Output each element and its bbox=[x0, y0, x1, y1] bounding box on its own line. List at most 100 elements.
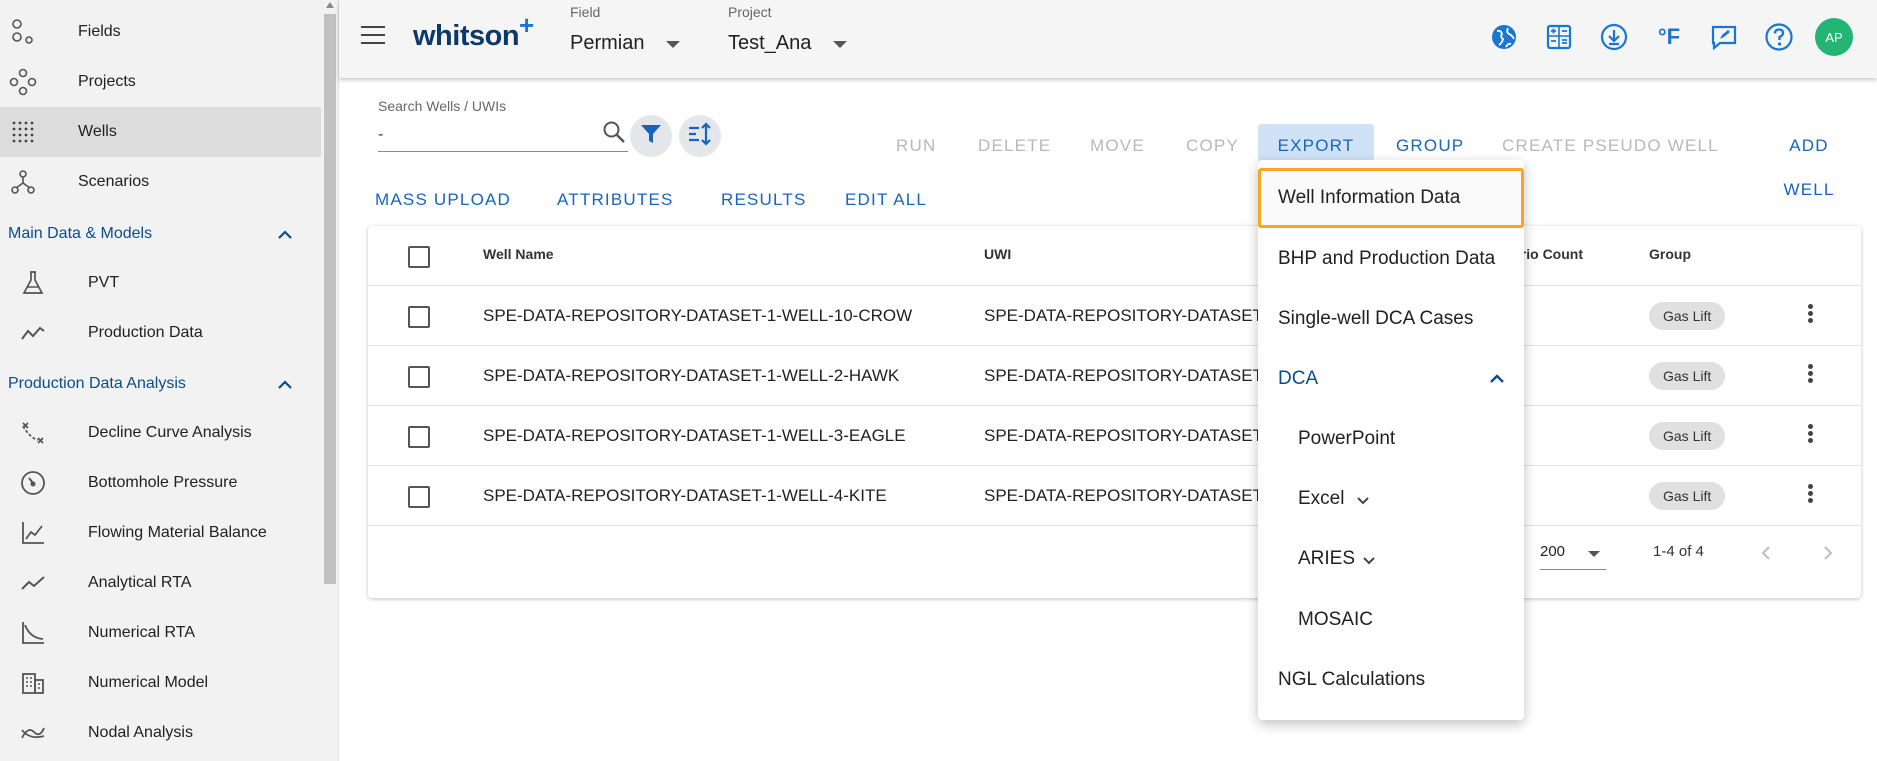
sidebar-item-label: Wells bbox=[78, 123, 117, 140]
sidebar-item-flowing-material-balance[interactable]: Flowing Material Balance bbox=[0, 508, 321, 558]
menu-item-excel[interactable]: Excel bbox=[1258, 469, 1524, 529]
menu-item-ngl-calculations[interactable]: NGL Calculations bbox=[1258, 650, 1524, 710]
sidebar-item-fields[interactable]: Fields bbox=[0, 7, 321, 57]
run-button[interactable]: RUN bbox=[876, 124, 956, 168]
col-uwi[interactable]: UWI bbox=[984, 246, 1011, 262]
filter-button[interactable] bbox=[630, 115, 672, 157]
search-wells: Search Wells / UWIs bbox=[378, 98, 628, 154]
sidebar-item-scenarios[interactable]: Scenarios bbox=[0, 157, 321, 207]
col-group[interactable]: Group bbox=[1649, 246, 1691, 262]
header-actions: °F AP bbox=[1466, 18, 1853, 56]
group-chip: Gas Lift bbox=[1649, 362, 1726, 390]
sidebar-item-label: Flowing Material Balance bbox=[88, 524, 267, 541]
row-checkbox[interactable] bbox=[408, 366, 430, 388]
table-row[interactable]: SPE-DATA-REPOSITORY-DATASET-1-WELL-2-HAW… bbox=[368, 346, 1861, 406]
table-row[interactable]: SPE-DATA-REPOSITORY-DATASET-1-WELL-3-EAG… bbox=[368, 406, 1861, 466]
menu-item-dca[interactable]: DCA bbox=[1258, 349, 1524, 409]
sidebar-item-decline-curve-analysis[interactable]: Decline Curve Analysis bbox=[0, 408, 321, 458]
menu-item-powerpoint[interactable]: PowerPoint bbox=[1258, 409, 1524, 469]
menu-item-mosaic[interactable]: MOSAIC bbox=[1258, 590, 1524, 650]
sidebar-item-production-data[interactable]: Production Data bbox=[0, 308, 321, 358]
sort-icon bbox=[687, 121, 713, 151]
sort-button[interactable] bbox=[679, 115, 721, 157]
menu-item-bhp-production-data[interactable]: BHP and Production Data bbox=[1258, 229, 1524, 289]
menu-item-label: ARIES bbox=[1298, 548, 1356, 569]
sidebar-item-pvt[interactable]: PVT bbox=[0, 258, 321, 308]
sidebar-item-bottomhole-pressure[interactable]: Bottomhole Pressure bbox=[0, 458, 321, 508]
sidebar-item-projects[interactable]: Projects bbox=[0, 57, 321, 107]
more-vert-icon[interactable] bbox=[1798, 362, 1822, 390]
sidebar-item-label: Numerical RTA bbox=[88, 624, 195, 641]
table-pagination: 200 1-4 of 4 bbox=[368, 526, 1861, 586]
sidebar-item-nodal-analysis[interactable]: Nodal Analysis bbox=[0, 708, 321, 758]
app-root: Fields Projects Wells Scenarios Main Dat… bbox=[0, 0, 1877, 761]
brand-logo[interactable]: whitson + bbox=[413, 10, 534, 53]
user-avatar[interactable]: AP bbox=[1815, 18, 1853, 56]
scroll-up-arrow-icon[interactable] bbox=[326, 2, 334, 8]
row-checkbox[interactable] bbox=[408, 486, 430, 508]
feedback-icon[interactable] bbox=[1707, 20, 1741, 54]
sidebar-item-label: Decline Curve Analysis bbox=[88, 424, 252, 441]
curve-chart-icon bbox=[18, 618, 48, 648]
area-chart-icon bbox=[18, 518, 48, 548]
top-header: whitson + Field Permian Project Test_Ana … bbox=[339, 0, 1877, 78]
section-production-data-analysis[interactable]: Production Data Analysis bbox=[0, 364, 321, 404]
edit-all-button[interactable]: EDIT ALL bbox=[845, 190, 927, 210]
row-checkbox[interactable] bbox=[408, 426, 430, 448]
section-label: Main Data & Models bbox=[8, 225, 153, 242]
attributes-button[interactable]: ATTRIBUTES bbox=[557, 190, 674, 210]
menu-icon[interactable] bbox=[361, 26, 385, 46]
next-page-icon[interactable] bbox=[1813, 538, 1843, 568]
rows-per-page-value: 200 bbox=[1540, 543, 1566, 560]
copy-button[interactable]: COPY bbox=[1166, 124, 1259, 168]
more-vert-icon[interactable] bbox=[1798, 482, 1822, 510]
scenarios-icon bbox=[8, 167, 38, 197]
sidebar-item-wells[interactable]: Wells bbox=[0, 107, 321, 157]
logo-text: whitson bbox=[413, 20, 520, 52]
caret-down-icon bbox=[1588, 551, 1600, 557]
search-caption: Search Wells / UWIs bbox=[378, 98, 507, 114]
more-vert-icon[interactable] bbox=[1798, 422, 1822, 450]
search-input[interactable] bbox=[378, 118, 628, 152]
table-header: Well Name UWI ario Count Group bbox=[368, 226, 1861, 286]
flask-icon bbox=[18, 268, 48, 298]
rows-per-page-select[interactable]: 200 bbox=[1540, 540, 1606, 570]
mass-upload-button[interactable]: MASS UPLOAD bbox=[375, 190, 511, 210]
well-name-cell: SPE-DATA-REPOSITORY-DATASET-1-WELL-2-HAW… bbox=[483, 366, 900, 385]
more-vert-icon[interactable] bbox=[1798, 302, 1822, 330]
sidebar-item-analytical-rta[interactable]: Analytical RTA bbox=[0, 558, 321, 608]
globe-icon[interactable] bbox=[1487, 20, 1521, 54]
menu-item-aries[interactable]: ARIES bbox=[1258, 529, 1524, 589]
chevron-up-icon[interactable] bbox=[274, 224, 296, 246]
help-icon[interactable] bbox=[1762, 20, 1796, 54]
section-main-data-models[interactable]: Main Data & Models bbox=[0, 214, 321, 254]
chevron-up-icon[interactable] bbox=[274, 374, 296, 396]
sidebar-item-numerical-rta[interactable]: Numerical RTA bbox=[0, 608, 321, 658]
sidebar-item-label: Scenarios bbox=[78, 173, 150, 190]
add-well-button[interactable]: ADD WELL bbox=[1741, 124, 1877, 199]
menu-item-label: Single-well DCA Cases bbox=[1278, 308, 1474, 329]
menu-item-label: MOSAIC bbox=[1298, 609, 1373, 630]
menu-item-single-well-dca-cases[interactable]: Single-well DCA Cases bbox=[1258, 289, 1524, 349]
scrollbar-thumb[interactable] bbox=[324, 14, 336, 584]
calculator-icon[interactable] bbox=[1542, 20, 1576, 54]
delete-button[interactable]: DELETE bbox=[958, 124, 1071, 168]
previous-page-icon[interactable] bbox=[1751, 538, 1781, 568]
well-name-cell: SPE-DATA-REPOSITORY-DATASET-1-WELL-10-CR… bbox=[483, 306, 913, 325]
menu-item-label: Well Information Data bbox=[1278, 187, 1461, 208]
table-row[interactable]: SPE-DATA-REPOSITORY-DATASET-1-WELL-4-KIT… bbox=[368, 466, 1861, 526]
table-row[interactable]: SPE-DATA-REPOSITORY-DATASET-1-WELL-10-CR… bbox=[368, 286, 1861, 346]
download-icon[interactable] bbox=[1597, 20, 1631, 54]
sidebar-scrollbar[interactable] bbox=[321, 0, 338, 761]
project-select[interactable]: Project Test_Ana bbox=[728, 4, 848, 55]
row-checkbox[interactable] bbox=[408, 306, 430, 328]
menu-item-well-information-data[interactable]: Well Information Data bbox=[1258, 168, 1524, 228]
move-button[interactable]: MOVE bbox=[1070, 124, 1165, 168]
field-select[interactable]: Field Permian bbox=[570, 4, 681, 55]
search-icon[interactable] bbox=[602, 120, 626, 144]
sidebar-item-numerical-model[interactable]: Numerical Model bbox=[0, 658, 321, 708]
col-well-name[interactable]: Well Name bbox=[483, 246, 554, 262]
temperature-unit-toggle[interactable]: °F bbox=[1652, 20, 1686, 54]
results-button[interactable]: RESULTS bbox=[721, 190, 807, 210]
select-all-checkbox[interactable] bbox=[408, 246, 430, 268]
